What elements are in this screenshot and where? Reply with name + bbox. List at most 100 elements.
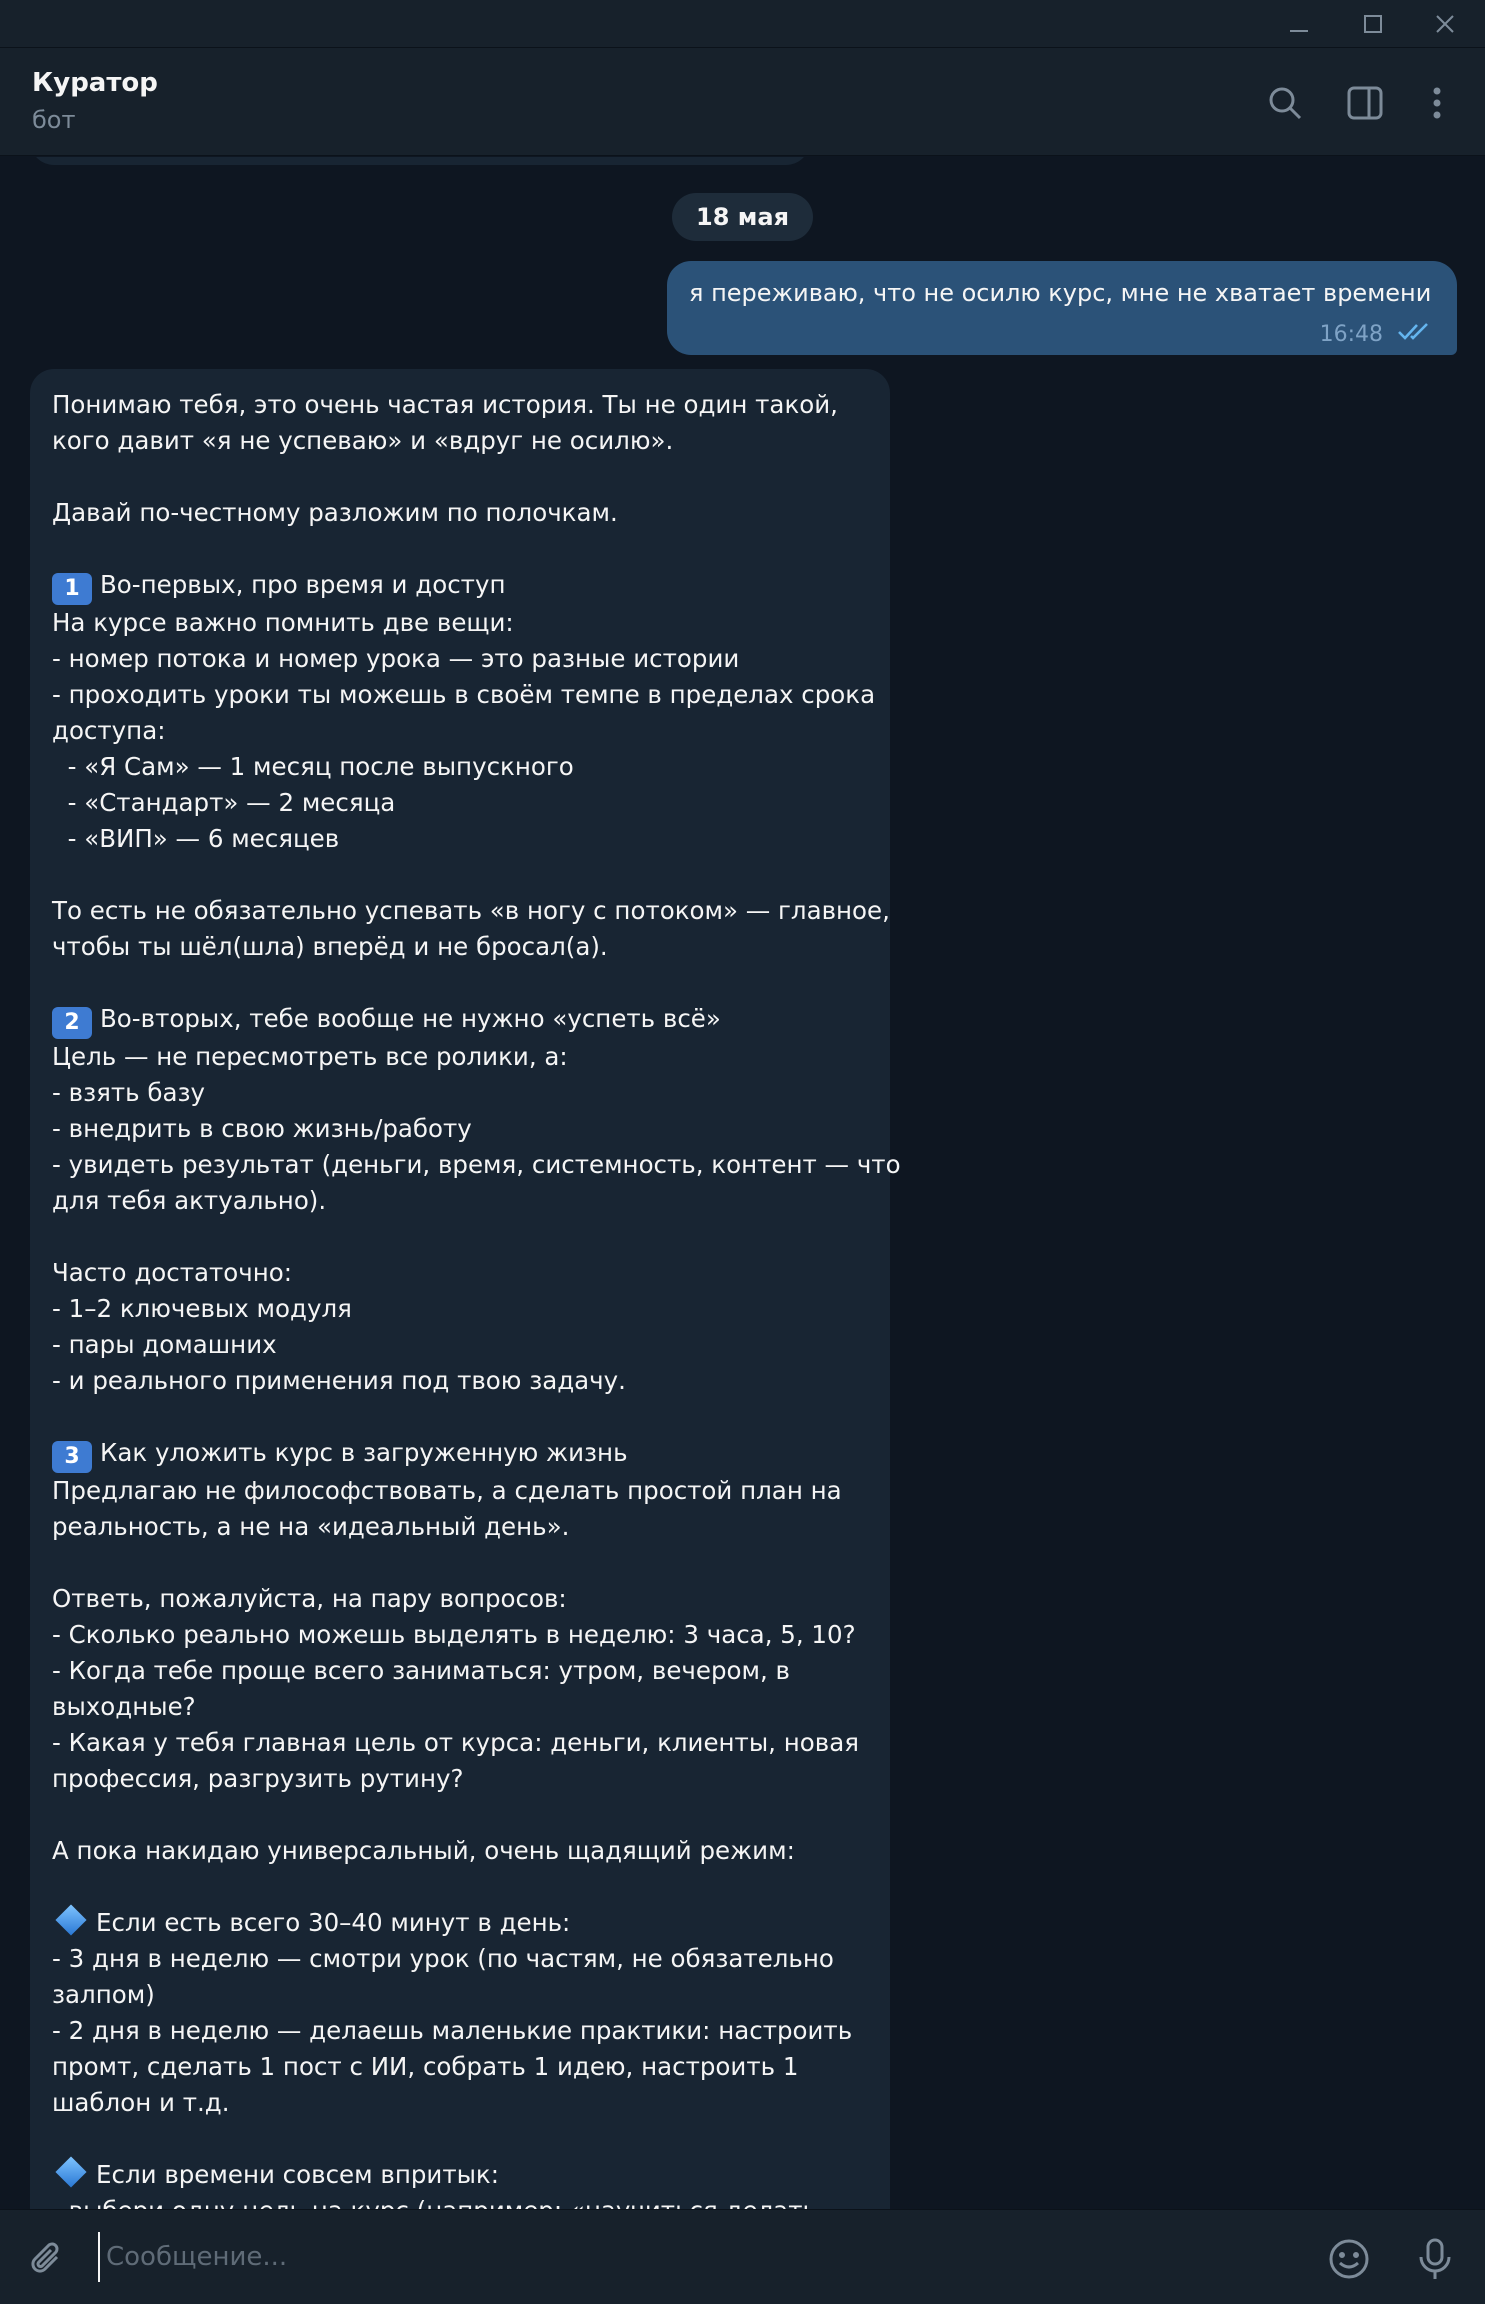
message-line-text: профессия, разгрузить рутину?	[52, 1764, 464, 1793]
message-line: - проходить уроки ты можешь в своём темп…	[52, 677, 876, 713]
message-line-text: - номер потока и номер урока — это разны…	[52, 644, 740, 673]
number-badge-icon: 2	[52, 1007, 92, 1039]
message-line-text: промт, сделать 1 пост с ИИ, собрать 1 ид…	[52, 2052, 799, 2081]
message-line: - внедрить в свою жизнь/работу	[52, 1111, 872, 1147]
message-line-text: - «Стандарт» — 2 месяца	[52, 788, 396, 817]
message-line-text: - Когда тебе проще всего заниматься: утр…	[52, 1656, 790, 1685]
attach-button[interactable]	[20, 2232, 74, 2286]
maximize-button[interactable]	[1338, 0, 1408, 48]
message-time: 16:48	[1319, 321, 1383, 347]
incoming-message-text: Понимаю тебя, это очень частая история. …	[52, 387, 901, 2209]
message-line-text: Во-вторых, тебе вообще не нужно «успеть …	[100, 1004, 721, 1033]
sidebar-toggle-icon	[1347, 86, 1383, 120]
chat-title: Куратор	[32, 68, 158, 98]
message-line: чтобы ты шёл(шла) вперёд и не бросал(а).	[52, 929, 872, 965]
message-line: А пока накидаю универсальный, очень щадя…	[52, 1833, 872, 1869]
message-line-text: Давай по-честному разложим по полочкам.	[52, 498, 618, 527]
chat-header[interactable]: Куратор бот	[0, 48, 1485, 156]
message-line	[52, 2121, 872, 2157]
emoji-button[interactable]	[1322, 2232, 1376, 2286]
message-line	[52, 1399, 872, 1435]
message-line: Часто достаточно:	[52, 1255, 872, 1291]
message-line-text: - 3 дня в неделю — смотри урок (по частя…	[52, 1944, 834, 1973]
message-line: - пары домашних	[52, 1327, 872, 1363]
read-checks-icon	[1397, 321, 1433, 347]
message-input[interactable]	[98, 2232, 1298, 2282]
message-line-text: - 2 дня в неделю — делаешь маленькие пра…	[52, 2016, 853, 2045]
message-line: промт, сделать 1 пост с ИИ, собрать 1 ид…	[52, 2049, 872, 2085]
microphone-icon	[1419, 2238, 1451, 2279]
message-line: Понимаю тебя, это очень частая история. …	[52, 387, 872, 423]
message-line: доступа:	[52, 713, 872, 749]
message-line: для тебя актуально).	[52, 1183, 872, 1219]
message-line	[52, 857, 872, 893]
message-line-text: Ответь, пожалуйста, на пару вопросов:	[52, 1584, 567, 1613]
message-line: Если есть всего 30–40 минут в день:	[52, 1904, 872, 1941]
message-line: На курсе важно помнить две вещи:	[52, 605, 872, 641]
message-line-text: кого давит «я не успеваю» и «вдруг не ос…	[52, 426, 674, 455]
message-line-text: - взять базу	[52, 1078, 205, 1107]
message-line: кого давит «я не успеваю» и «вдруг не ос…	[52, 423, 872, 459]
message-line: залпом)	[52, 1977, 872, 2013]
more-menu-button[interactable]	[1410, 76, 1464, 130]
message-line	[52, 1219, 872, 1255]
message-line: - взять базу	[52, 1075, 872, 1111]
message-line-text: выходные?	[52, 1692, 196, 1721]
message-line: - «Я Сам» — 1 месяц после выпускного	[52, 749, 872, 785]
message-line: 3 Как уложить курс в загруженную жизнь	[52, 1435, 872, 1473]
close-icon	[1436, 15, 1454, 33]
number-badge-icon: 1	[52, 573, 92, 605]
message-line	[52, 965, 872, 1001]
blue-diamond-icon	[55, 2156, 87, 2188]
outgoing-message[interactable]: я переживаю, что не осилю курс, мне не х…	[667, 261, 1457, 355]
message-line-text: Во-первых, про время и доступ	[100, 570, 506, 599]
incoming-message[interactable]: Понимаю тебя, это очень частая история. …	[30, 369, 901, 2209]
message-line-text: Цель — не пересмотреть все ролики, а:	[52, 1042, 568, 1071]
message-line-text: реальность, а не на «идеальный день».	[52, 1512, 570, 1541]
message-line-text: - проходить уроки ты можешь в своём темп…	[52, 680, 876, 709]
message-line-text: - увидеть результат (деньги, время, сист…	[52, 1150, 901, 1179]
message-line: Цель — не пересмотреть все ролики, а:	[52, 1039, 872, 1075]
message-line: - «ВИП» — 6 месяцев	[52, 821, 872, 857]
message-line: Давай по-честному разложим по полочкам.	[52, 495, 872, 531]
maximize-icon	[1364, 15, 1382, 33]
message-line	[52, 459, 872, 495]
message-line-text: - выбери одну цель на курс (например: «н…	[52, 2196, 817, 2209]
window-titlebar	[0, 0, 1485, 48]
message-line: - Сколько реально можешь выделять в неде…	[52, 1617, 872, 1653]
message-line-text: - «Я Сам» — 1 месяц после выпускного	[52, 752, 574, 781]
message-line-text: Часто достаточно:	[52, 1258, 293, 1287]
message-line-text: Понимаю тебя, это очень частая история. …	[52, 390, 838, 419]
message-line-text: - Какая у тебя главная цель от курса: де…	[52, 1728, 859, 1757]
message-line-text: Как уложить курс в загруженную жизнь	[100, 1438, 628, 1467]
search-button[interactable]	[1258, 76, 1312, 130]
message-line-text: На курсе важно помнить две вещи:	[52, 608, 514, 637]
message-line: - «Стандарт» — 2 месяца	[52, 785, 872, 821]
minimize-button[interactable]	[1264, 0, 1334, 48]
message-line: - номер потока и номер урока — это разны…	[52, 641, 872, 677]
message-line-text: А пока накидаю универсальный, очень щадя…	[52, 1836, 795, 1865]
message-line: реальность, а не на «идеальный день».	[52, 1509, 872, 1545]
message-line-text: - «ВИП» — 6 месяцев	[52, 824, 340, 853]
message-list[interactable]: 18 мая я переживаю, что не осилю курс, м…	[0, 157, 1485, 2209]
message-line	[52, 1869, 872, 1905]
message-line-text: для тебя актуально).	[52, 1186, 327, 1215]
message-line: профессия, разгрузить рутину?	[52, 1761, 872, 1797]
blue-diamond-icon	[55, 1904, 87, 1936]
message-line-text: - пары домашних	[52, 1330, 277, 1359]
message-line-text: - Сколько реально можешь выделять в неде…	[52, 1620, 856, 1649]
message-line: Ответь, пожалуйста, на пару вопросов:	[52, 1581, 872, 1617]
previous-message-bubble	[30, 157, 810, 165]
voice-message-button[interactable]	[1408, 2232, 1462, 2286]
message-composer	[0, 2209, 1485, 2304]
close-window-button[interactable]	[1410, 0, 1480, 48]
message-line: 2 Во-вторых, тебе вообще не нужно «успеть…	[52, 1001, 872, 1039]
sidebar-toggle-button[interactable]	[1338, 76, 1392, 130]
message-line	[52, 531, 872, 567]
message-line: 1 Во-первых, про время и доступ	[52, 567, 872, 605]
outgoing-message-meta: 16:48	[1320, 321, 1433, 347]
emoji-icon	[1329, 2239, 1369, 2279]
message-line: - 3 дня в неделю — смотри урок (по частя…	[52, 1941, 872, 1977]
more-vertical-icon	[1433, 87, 1441, 119]
search-icon	[1269, 87, 1302, 120]
